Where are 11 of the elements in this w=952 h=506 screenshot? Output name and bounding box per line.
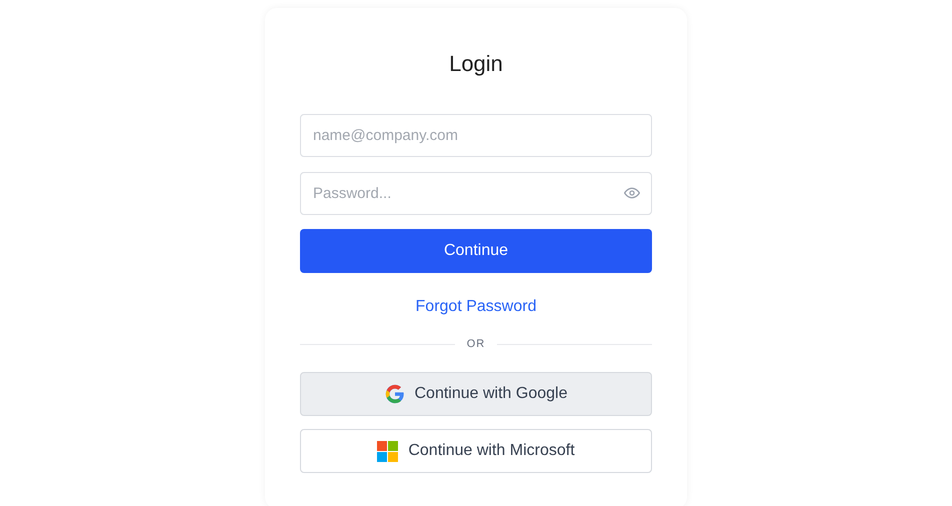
password-field[interactable]: Password... [300, 172, 652, 215]
four-squares-logo-icon [377, 440, 398, 462]
forgot-password-link[interactable]: Forgot Password [416, 298, 536, 316]
eye-icon[interactable] [624, 185, 640, 201]
email-field[interactable]: name@company.com [300, 114, 652, 157]
continue-button[interactable]: Continue [300, 229, 652, 273]
microsoft-login-button[interactable]: Continue with Microsoft [300, 429, 652, 473]
login-title: Login [448, 50, 504, 78]
google-logo-icon [384, 384, 404, 404]
google-login-button[interactable]: Continue with Google [300, 372, 652, 416]
or-divider-label: OR [466, 338, 486, 350]
